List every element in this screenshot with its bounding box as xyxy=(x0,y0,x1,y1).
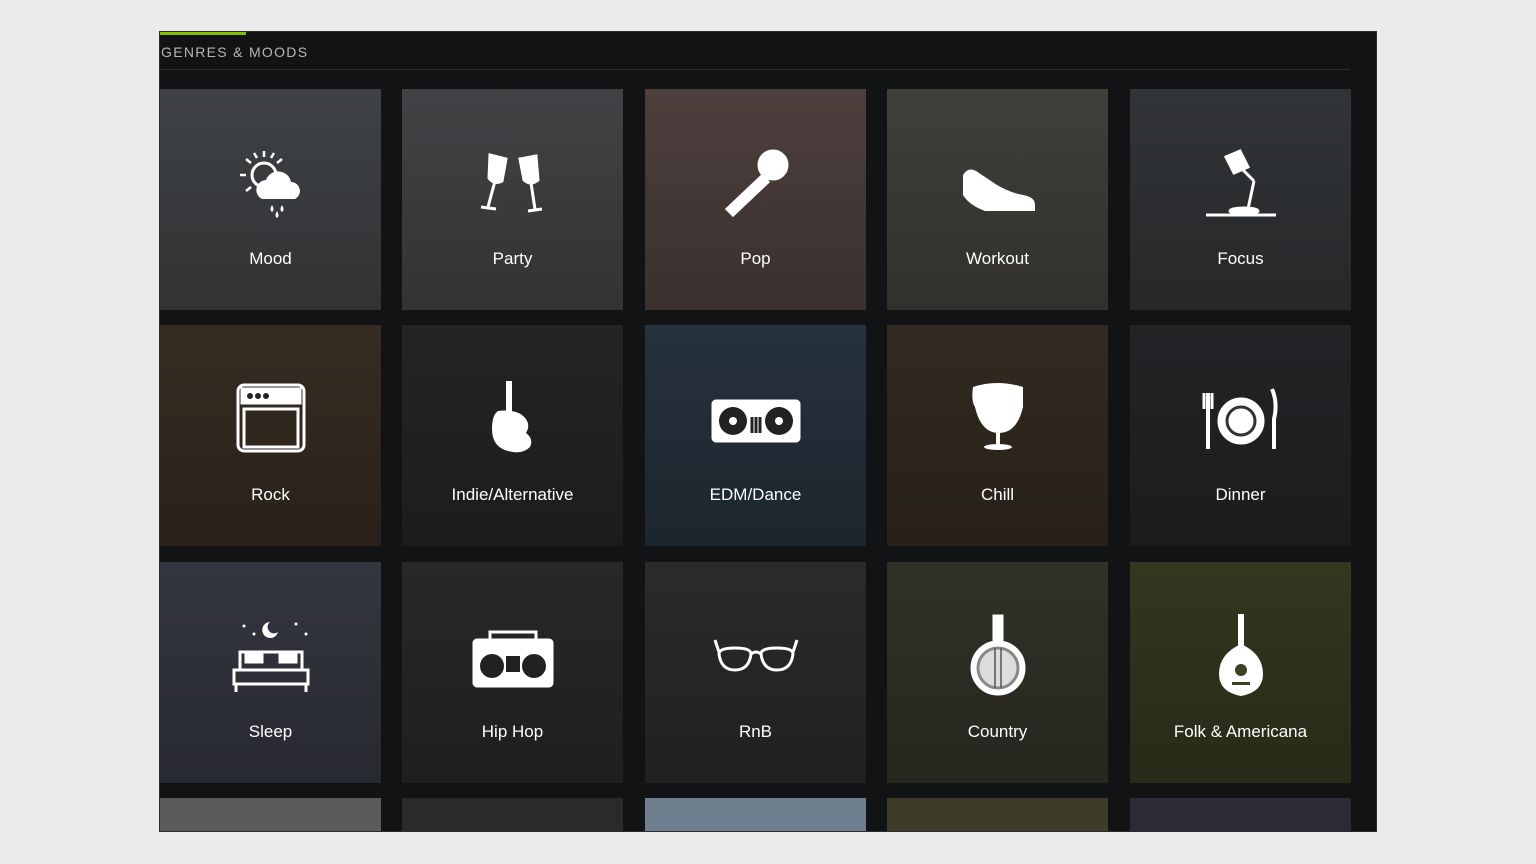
champagne-glasses-icon xyxy=(468,139,558,229)
app-window: GENRES & MOODS Mood Party Pop Workout Fo… xyxy=(160,32,1376,831)
tile-label: Workout xyxy=(966,249,1029,268)
turntables-icon xyxy=(711,375,801,465)
electric-guitar-icon xyxy=(468,375,558,465)
genre-tile-country[interactable]: Country xyxy=(887,562,1108,783)
sunglasses-icon xyxy=(711,612,801,702)
tile-label: Party xyxy=(492,249,533,268)
bed-moon-stars-icon xyxy=(226,612,316,702)
mandolin-icon xyxy=(1196,612,1286,702)
tile-label: RnB xyxy=(738,722,773,741)
genre-tile-partial[interactable] xyxy=(160,798,381,831)
genre-tile-dinner[interactable]: Dinner xyxy=(1130,325,1351,546)
desk-lamp-icon xyxy=(1196,139,1286,229)
genre-tile-partial[interactable] xyxy=(402,798,623,831)
genre-tile-rnb[interactable]: RnB xyxy=(645,562,866,783)
genre-tile-partial[interactable] xyxy=(887,798,1108,831)
genre-tile-edm-dance[interactable]: EDM/Dance xyxy=(645,325,866,546)
genre-grid: Mood Party Pop Workout Focus Rock Indie/… xyxy=(160,89,1376,831)
tile-label: Rock xyxy=(251,485,290,504)
boombox-icon xyxy=(468,612,558,702)
section-tab-indicator xyxy=(160,32,246,35)
tile-label: EDM/Dance xyxy=(709,485,802,504)
genre-tile-folk-americana[interactable]: Folk & Americana xyxy=(1130,562,1351,783)
tile-label: Hip Hop xyxy=(481,722,544,741)
section-divider xyxy=(160,69,1350,70)
tile-label: Chill xyxy=(980,485,1015,504)
tile-label: Indie/Alternative xyxy=(451,485,574,504)
genre-tile-sleep[interactable]: Sleep xyxy=(160,562,381,783)
genre-tile-mood[interactable]: Mood xyxy=(160,89,381,310)
genre-tile-pop[interactable]: Pop xyxy=(645,89,866,310)
genre-tile-focus[interactable]: Focus xyxy=(1130,89,1351,310)
tile-label: Mood xyxy=(249,249,292,268)
tile-label: Folk & Americana xyxy=(1173,722,1308,741)
tile-label: Pop xyxy=(740,249,771,268)
sneaker-icon xyxy=(953,139,1043,229)
genre-tile-hip-hop[interactable]: Hip Hop xyxy=(402,562,623,783)
tile-label: Country xyxy=(967,722,1028,741)
amplifier-icon xyxy=(226,375,316,465)
genre-tile-party[interactable]: Party xyxy=(402,89,623,310)
plate-fork-knife-icon xyxy=(1196,375,1286,465)
weather-sun-cloud-rain-icon xyxy=(226,139,316,229)
genre-tile-chill[interactable]: Chill xyxy=(887,325,1108,546)
tile-label: Sleep xyxy=(248,722,293,741)
banjo-icon xyxy=(953,612,1043,702)
tile-label: Dinner xyxy=(1215,485,1266,504)
egg-chair-icon xyxy=(953,375,1043,465)
genre-tile-indie-alternative[interactable]: Indie/Alternative xyxy=(402,325,623,546)
genre-tile-partial[interactable] xyxy=(645,798,866,831)
genre-tile-partial[interactable] xyxy=(1130,798,1351,831)
section-title: GENRES & MOODS xyxy=(161,44,309,60)
genre-tile-workout[interactable]: Workout xyxy=(887,89,1108,310)
microphone-icon xyxy=(711,139,801,229)
genre-tile-rock[interactable]: Rock xyxy=(160,325,381,546)
tile-label: Focus xyxy=(1217,249,1264,268)
